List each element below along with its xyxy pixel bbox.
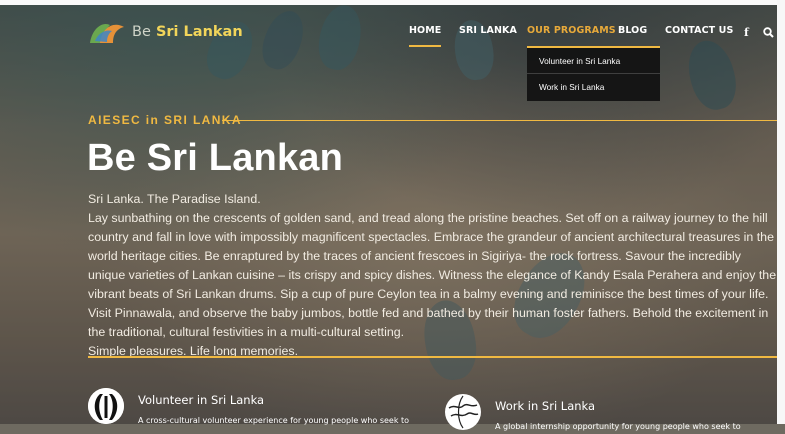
hero-paragraph-line: Simple pleasures. Life long memories. bbox=[88, 344, 299, 358]
page-edge bbox=[777, 0, 785, 424]
eyebrow-divider bbox=[222, 120, 777, 121]
top-border bbox=[0, 0, 785, 5]
program-card-description: A global internship opportunity for youn… bbox=[495, 422, 741, 431]
page-title: Be Sri Lankan bbox=[87, 137, 344, 179]
main-navigation: HOME SRI LANKA OUR PROGRAMS BLOG CONTACT… bbox=[0, 25, 785, 47]
nav-item-home[interactable]: HOME bbox=[409, 25, 442, 47]
hero-eyebrow: AIESEC in SRI LANKA bbox=[88, 113, 242, 127]
nav-item-contact-us[interactable]: CONTACT US bbox=[665, 25, 733, 36]
hero-description: Sri Lanka. The Paradise Island. Lay sunb… bbox=[88, 190, 780, 361]
hero-paragraph-line: Sri Lanka. The Paradise Island. bbox=[88, 192, 261, 206]
dropdown-item-volunteer[interactable]: Volunteer in Sri Lanka bbox=[527, 48, 660, 74]
volunteer-icon bbox=[88, 388, 124, 424]
dropdown-item-work[interactable]: Work in Sri Lanka bbox=[527, 74, 660, 100]
program-card-title[interactable]: Work in Sri Lanka bbox=[495, 399, 741, 413]
program-card-title[interactable]: Volunteer in Sri Lanka bbox=[138, 393, 409, 407]
search-icon[interactable] bbox=[763, 27, 774, 38]
hero-paragraph-line: Lay sunbathing on the crescents of golde… bbox=[88, 211, 777, 339]
nav-item-sri-lanka[interactable]: SRI LANKA bbox=[459, 25, 517, 36]
nav-item-blog[interactable]: BLOG bbox=[618, 25, 647, 36]
section-divider bbox=[88, 356, 777, 358]
program-card-volunteer[interactable]: Volunteer in Sri Lanka A cross-cultural … bbox=[88, 388, 409, 428]
program-card-work[interactable]: Work in Sri Lanka A global internship op… bbox=[445, 394, 741, 434]
programs-dropdown: Volunteer in Sri Lanka Work in Sri Lanka bbox=[527, 46, 660, 101]
nav-item-our-programs[interactable]: OUR PROGRAMS bbox=[527, 25, 616, 36]
facebook-icon[interactable]: f bbox=[744, 26, 749, 39]
globe-icon bbox=[445, 394, 481, 430]
